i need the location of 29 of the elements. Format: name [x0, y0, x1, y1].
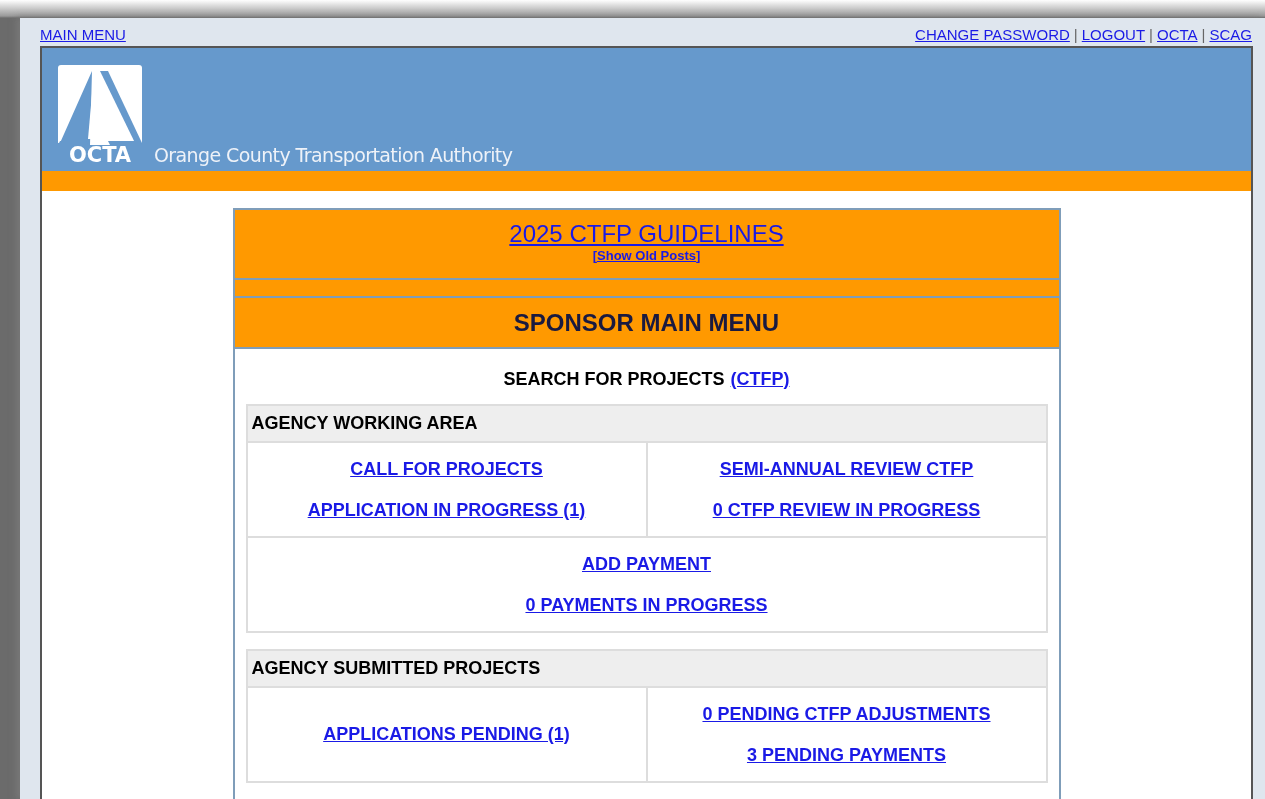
organization-name: Orange County Transportation Authority [154, 145, 513, 165]
section-header: AGENCY SUBMITTED PROJECTS [247, 651, 1046, 686]
menu-link[interactable]: ADD PAYMENT [582, 553, 711, 575]
nav-link[interactable]: SCAG [1209, 26, 1252, 43]
section-header: AGENCY WORKING AREA [247, 406, 1046, 441]
search-label: SEARCH FOR PROJECTS [503, 369, 725, 390]
menu-link[interactable]: CALL FOR PROJECTS [350, 458, 543, 480]
menu-link[interactable]: SEMI-ANNUAL REVIEW CTFP [719, 458, 974, 480]
main-menu-link[interactable]: MAIN MENU [40, 26, 126, 43]
old-posts-link[interactable]: Show Old Posts [597, 248, 696, 263]
separator: | [1073, 26, 1078, 43]
bracket: ] [696, 248, 701, 263]
menu-link[interactable]: APPLICATIONS PENDING (1) [323, 724, 570, 745]
ctfp-link[interactable]: (CTFP) [730, 369, 790, 390]
road-icon [58, 65, 142, 145]
bracket: [ [592, 248, 597, 263]
menu-link[interactable]: 0 CTFP REVIEW IN PROGRESS [712, 499, 981, 521]
menu-link[interactable]: 0 PAYMENTS IN PROGRESS [525, 594, 768, 616]
menu-link[interactable]: APPLICATION IN PROGRESS (1) [307, 499, 586, 521]
nav-link[interactable]: LOGOUT [1081, 26, 1146, 43]
menu-link[interactable]: 0 PENDING CTFP ADJUSTMENTS [702, 703, 991, 725]
guidelines-link[interactable]: 2025 CTFP GUIDELINES [509, 220, 784, 248]
separator: | [1149, 26, 1153, 43]
menu-link[interactable]: 3 PENDING PAYMENTS [746, 744, 946, 766]
logo-text: OCTA [68, 145, 132, 165]
nav-link[interactable]: CHANGE PASSWORD [915, 26, 1070, 43]
nav-link[interactable]: OCTA [1157, 26, 1198, 43]
menu-title: SPONSOR MAIN MENU [234, 298, 1059, 349]
separator: | [1201, 26, 1206, 43]
